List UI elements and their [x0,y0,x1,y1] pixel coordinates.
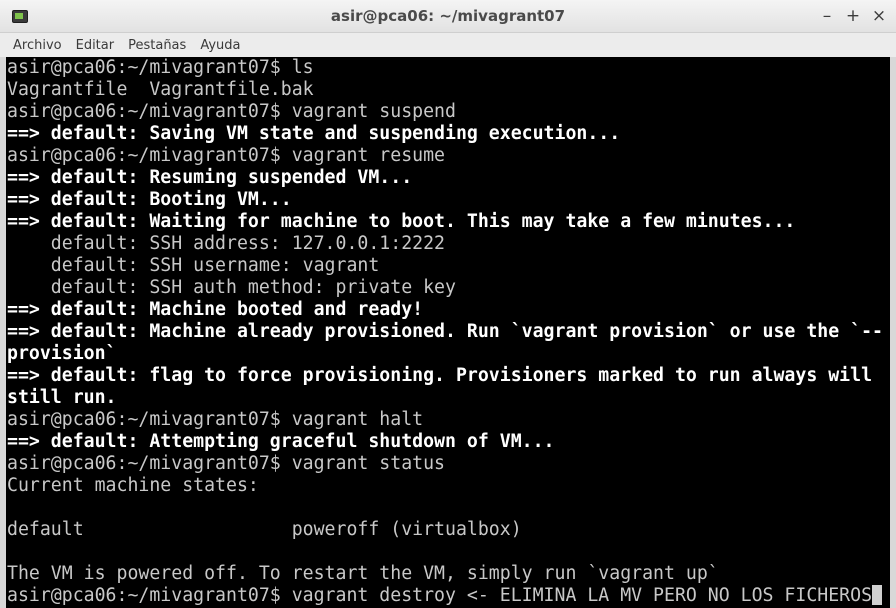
terminal-line: default poweroff (virtualbox) [7,519,522,540]
menu-editar[interactable]: Editar [69,38,122,53]
terminal-line: ==> default: Booting VM... [7,189,292,210]
minimize-button[interactable]: – [814,5,840,27]
terminal-output[interactable]: asir@pca06:~/mivagrant07$ ls Vagrantfile … [6,57,890,608]
terminal-line: asir@pca06:~/mivagrant07$ vagrant halt [7,409,424,430]
terminal-line: ==> default: flag to force provisioning.… [7,365,873,386]
menu-bar: Archivo Editar Pestañas Ayuda [0,33,896,57]
terminal-line: asir@pca06:~/mivagrant07$ vagrant suspen… [7,101,456,122]
terminal-line: asir@pca06:~/mivagrant07$ vagrant resume [7,145,445,166]
terminal-line: provision` [7,343,117,364]
terminal-line: default: SSH address: 127.0.0.1:2222 [7,233,445,254]
terminal-line: ==> default: Machine already provisioned… [7,321,883,342]
maximize-button[interactable]: + [840,5,866,27]
terminal-line: ==> default: Resuming suspended VM... [7,167,413,188]
window-title: asir@pca06: ~/mivagrant07 [330,7,566,25]
menu-pestanas[interactable]: Pestañas [121,38,193,53]
terminal-line: ==> default: Waiting for machine to boot… [7,211,796,232]
terminal-line: Current machine states: [7,475,259,496]
text-cursor [872,585,883,605]
terminal-line: default: SSH auth method: private key [7,277,456,298]
menu-ayuda[interactable]: Ayuda [193,38,247,53]
window-border-right [890,57,896,608]
terminal-line: default: SSH username: vagrant [7,255,380,276]
close-button[interactable]: × [866,5,892,27]
terminal-line: still run. [7,387,117,408]
terminal-line: Vagrantfile Vagrantfile.bak [7,79,314,100]
terminal-line: ==> default: Saving VM state and suspend… [7,123,621,144]
title-bar[interactable]: asir@pca06: ~/mivagrant07 – + × [0,0,896,33]
terminal-line: The VM is powered off. To restart the VM… [7,563,719,584]
menu-archivo[interactable]: Archivo [6,38,69,53]
terminal-line: asir@pca06:~/mivagrant07$ vagrant destro… [7,585,883,607]
terminal-window: asir@pca06: ~/mivagrant07 – + × Archivo … [0,0,896,608]
terminal-line: asir@pca06:~/mivagrant07$ vagrant status [7,453,445,474]
terminal-line: ==> default: Machine booted and ready! [7,299,424,320]
window-controls: – + × [814,5,892,27]
terminal-line: asir@pca06:~/mivagrant07$ ls [7,57,314,78]
terminal-line: ==> default: Attempting graceful shutdow… [7,431,555,452]
